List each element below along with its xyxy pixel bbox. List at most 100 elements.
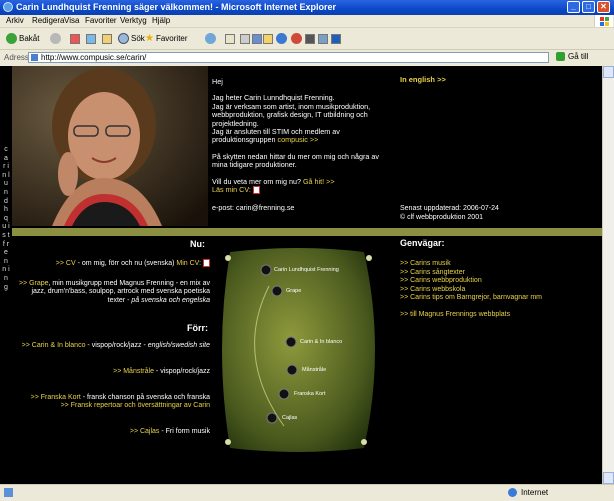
update-info: Senast uppdaterad: 2006-07-24 © clf webb…: [400, 205, 499, 222]
vertical-name: c a r i n l u n d h q u i s t f r e n n …: [2, 146, 10, 291]
grape-link[interactable]: >> Grape: [19, 280, 49, 287]
email-text[interactable]: e-post: carin@frenning.se: [212, 204, 392, 213]
manstrale-link[interactable]: >> Månstråle: [113, 368, 154, 375]
ie-logo-icon: [3, 2, 13, 12]
tool-button[interactable]: [318, 32, 329, 45]
portrait-photo: [12, 66, 208, 226]
print-icon: [240, 33, 250, 44]
folder-icon: [263, 33, 273, 44]
address-bar: Adress http://www.compusic.se/carin/ Gå …: [0, 50, 614, 67]
menu-bar: Arkiv Redigera Visa Favoriter Verktyg Hj…: [0, 15, 614, 28]
magnus-link[interactable]: >> till Magnus Frennings webbplats: [400, 311, 542, 320]
cv-go-link[interactable]: Gå hit! >>: [303, 177, 335, 186]
history-button[interactable]: [205, 32, 218, 45]
page-status-icon: [4, 488, 13, 497]
search-icon: [118, 33, 129, 44]
messenger-icon: [276, 33, 287, 44]
stop-button[interactable]: [70, 32, 81, 45]
back-button[interactable]: Bakåt: [6, 32, 39, 45]
search-button[interactable]: Sök: [118, 32, 145, 45]
address-input[interactable]: http://www.compusic.se/carin/: [28, 52, 549, 63]
messenger-button[interactable]: [276, 32, 289, 45]
folder-button[interactable]: [263, 32, 274, 45]
genvag-musik-link[interactable]: >> Carins musik: [400, 260, 542, 269]
research-icon: [305, 33, 315, 44]
address-url: http://www.compusic.se/carin/: [41, 53, 147, 62]
fransk-repertoar-link[interactable]: >> Fransk repertoar och översättningar a…: [61, 402, 210, 409]
scroll-up-button[interactable]: [603, 66, 614, 78]
genvag-webbskola-link[interactable]: >> Carins webbskola: [400, 286, 542, 295]
forward-button[interactable]: [50, 32, 63, 45]
home-icon: [102, 33, 112, 44]
scroll-down-button[interactable]: [603, 472, 614, 484]
genvagar-list: >> Carins musik >> Carins sångtexter >> …: [400, 260, 542, 320]
home-button[interactable]: [102, 32, 113, 45]
disc-label-manstrale[interactable]: Månstråle: [302, 367, 326, 373]
intro-text: Hej Jag heter Carin Lunndhquist Frenning…: [212, 77, 392, 221]
copyright: © clf webbproduktion 2001: [400, 213, 483, 221]
media-button[interactable]: [291, 32, 304, 45]
menu-hjalp[interactable]: Hjälp: [152, 16, 170, 25]
vertical-scrollbar[interactable]: [602, 66, 614, 484]
forr-cajlas-entry: >> Cajlas - Fri form musik: [129, 428, 210, 435]
pdf-icon[interactable]: [252, 186, 260, 195]
menu-visa[interactable]: Visa: [64, 16, 79, 25]
close-button[interactable]: ✕: [597, 1, 610, 13]
refresh-icon: [86, 33, 96, 44]
address-label: Adress: [4, 53, 29, 62]
menu-redigera[interactable]: Redigera: [32, 16, 64, 25]
cv-read-link[interactable]: Läs min CV:: [212, 185, 251, 194]
genvag-tips-link[interactable]: >> Carins tips om Barngrejor, barnvagnar…: [400, 294, 542, 303]
print-button[interactable]: [240, 32, 251, 45]
mail-button[interactable]: [225, 32, 236, 45]
page-icon: [31, 54, 38, 61]
menu-favoriter[interactable]: Favoriter: [85, 16, 117, 25]
navigation-disc: Carin Lundhquist Frenning Grape Carin & …: [214, 246, 384, 454]
refresh-button[interactable]: [86, 32, 97, 45]
inblanco-link[interactable]: >> Carin & In blanco: [22, 342, 86, 349]
menu-arkiv[interactable]: Arkiv: [6, 16, 24, 25]
windows-flag-icon: [594, 15, 613, 27]
disc-label-grape[interactable]: Grape: [286, 288, 301, 294]
media-icon: [291, 33, 302, 44]
mail-icon: [225, 33, 235, 44]
franska-link[interactable]: >> Franska Kort: [31, 394, 81, 401]
divider-bar: [12, 228, 602, 236]
disc-label-franska[interactable]: Franska Kort: [294, 391, 325, 397]
pdf-icon[interactable]: [203, 259, 210, 267]
genvag-webbproduktion-link[interactable]: >> Carins webbproduktion: [400, 277, 542, 286]
last-updated: Senast uppdaterad: 2006-07-24: [400, 205, 499, 212]
forr-inblanco-entry: >> Carin & In blanco - vispop/rock/jazz …: [21, 342, 210, 349]
menu-verktyg[interactable]: Verktyg: [120, 16, 147, 25]
cajlas-link[interactable]: >> Cajlas: [130, 428, 160, 435]
genvag-sangtexter-link[interactable]: >> Carins sångtexter: [400, 269, 542, 278]
tool-button-2[interactable]: [331, 32, 342, 45]
disc-label-cajlas[interactable]: Cajlas: [282, 415, 297, 421]
compusic-link[interactable]: compusic >>: [278, 135, 319, 144]
intro-line-4: På skytten nedan hittar du mer om mig oc…: [212, 151, 379, 170]
cv-link[interactable]: >> CV: [56, 260, 76, 267]
page-viewport: c a r i n l u n d h q u i s t f r e n n …: [0, 66, 602, 484]
disc-label-inblanco[interactable]: Carin & In blanco: [300, 339, 342, 345]
intro-line-3: Jag är ansluten till STIM och medlem av …: [212, 127, 340, 145]
edit-icon: [252, 33, 262, 44]
title-bar: Carin Lundhquist Frenning säger välkomme…: [0, 0, 614, 15]
nu-grape-entry: >> Grape, min musikgrupp med Magnus Fren…: [18, 280, 210, 304]
min-cv-link[interactable]: Min CV:: [176, 260, 201, 267]
minimize-button[interactable]: _: [567, 1, 580, 13]
forr-franska-entry: >> Franska Kort - fransk chanson på sven…: [30, 394, 210, 410]
forward-arrow-icon: [50, 33, 61, 44]
english-link[interactable]: In english >>: [400, 75, 446, 84]
research-button[interactable]: [305, 32, 316, 45]
tool-icon-2: [331, 33, 341, 44]
intro-line-2: Jag är verksam som artist, inom musikpro…: [212, 101, 371, 128]
maximize-button[interactable]: □: [582, 1, 595, 13]
back-arrow-icon: [6, 33, 17, 44]
go-button[interactable]: Gå till: [556, 52, 588, 61]
disc-label-carin[interactable]: Carin Lundhquist Frenning: [274, 267, 339, 273]
go-arrow-icon: [556, 52, 565, 61]
edit-button[interactable]: [252, 32, 263, 45]
favorites-button[interactable]: ★ Favoriter: [145, 32, 188, 45]
stop-icon: [70, 33, 80, 44]
forr-manstrale-entry: >> Månstråle - vispop/rock/jazz: [113, 368, 210, 375]
